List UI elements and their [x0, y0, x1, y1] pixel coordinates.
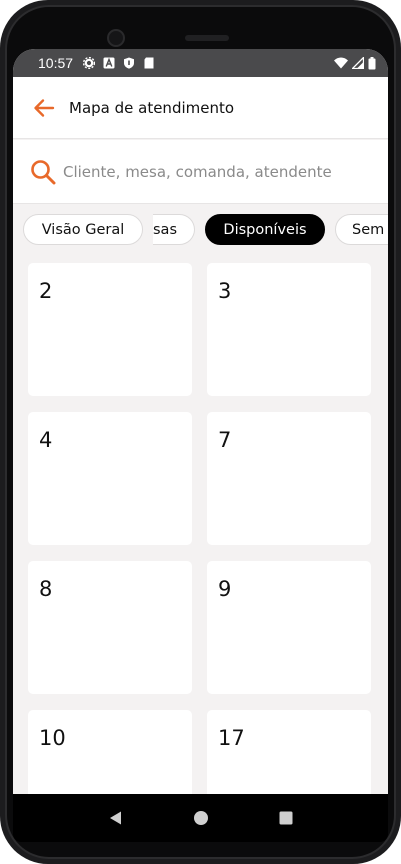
table-number: 9 — [218, 577, 232, 601]
status-right-icons — [334, 56, 376, 70]
front-camera — [107, 29, 125, 47]
arrow-left-icon — [34, 98, 55, 117]
home-circle-icon — [193, 811, 208, 825]
table-number: 4 — [39, 428, 53, 452]
status-bar: 10:57 — [13, 49, 388, 77]
nav-recents-button[interactable] — [272, 804, 300, 832]
a-icon — [103, 57, 115, 69]
table-number: 2 — [39, 279, 53, 303]
page-title: Mapa de atendimento — [69, 98, 235, 117]
chip-label: Visão Geral — [41, 221, 125, 238]
recents-square-icon — [279, 811, 292, 825]
table-number: 7 — [218, 428, 232, 452]
search-bar — [13, 140, 388, 204]
chip-disponiveis[interactable]: Disponíveis — [205, 214, 325, 245]
table-card[interactable]: 17 — [207, 710, 371, 794]
table-card[interactable]: 2 — [28, 263, 192, 396]
chip-sem[interactable]: Sem — [335, 214, 388, 245]
chip-visao-geral[interactable]: Visão Geral — [23, 214, 143, 245]
screen: 10:57 Mapa de atendimento Cliente, mesa,… — [13, 49, 388, 794]
shield-icon — [124, 57, 135, 69]
app-bar: Mapa de atendimento — [13, 77, 388, 139]
table-number: 8 — [39, 577, 53, 601]
phone-frame: 10:57 Mapa de atendimento Cliente, mesa,… — [0, 0, 401, 864]
wifi-icon — [334, 57, 348, 69]
table-card[interactable]: 10 — [28, 710, 192, 794]
nav-back-button[interactable] — [102, 804, 130, 832]
gear-icon — [83, 57, 96, 69]
table-number: 10 — [39, 726, 66, 750]
nav-home-button[interactable] — [187, 804, 215, 832]
earpiece-speaker — [185, 35, 229, 41]
search-input[interactable] — [63, 162, 353, 181]
status-time: 10:57 — [38, 55, 74, 71]
table-card[interactable]: 9 — [207, 561, 371, 694]
chip-label: Sem — [352, 221, 385, 238]
table-card[interactable]: 7 — [207, 412, 371, 545]
back-triangle-icon — [109, 811, 121, 825]
filter-chips: Visão Geral sas Disponíveis Sem — [13, 212, 388, 248]
chip-label: Disponíveis — [223, 221, 307, 238]
battery-icon — [368, 56, 376, 69]
sd-card-icon — [144, 57, 154, 69]
table-number: 3 — [218, 279, 232, 303]
android-nav-bar — [13, 794, 388, 842]
chip-mesas[interactable]: sas — [153, 214, 195, 245]
table-card[interactable]: 8 — [28, 561, 192, 694]
table-card[interactable]: 3 — [207, 263, 371, 396]
back-button[interactable] — [31, 95, 57, 121]
table-card[interactable]: 4 — [28, 412, 192, 545]
search-icon — [29, 158, 57, 186]
table-number: 17 — [218, 726, 245, 750]
chip-label: sas — [153, 221, 177, 238]
signal-icon — [352, 57, 364, 69]
